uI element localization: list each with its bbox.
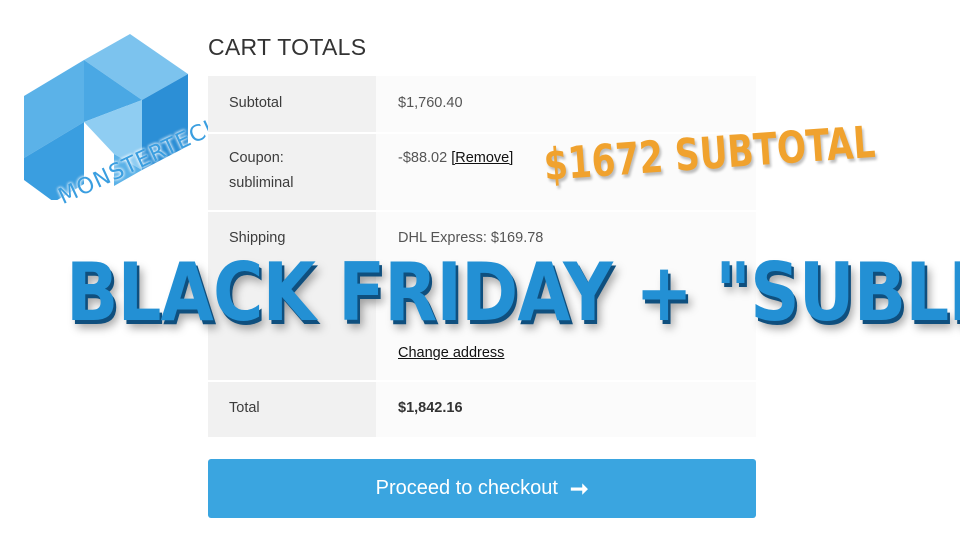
subtotal-value: $1,760.40: [398, 95, 463, 111]
total-label: Total: [229, 400, 260, 416]
change-address-link[interactable]: Change address: [398, 341, 504, 366]
coupon-label: Coupon: subliminal: [229, 146, 293, 196]
headline-banner: BLACK FRIDAY + "SUBLIMINAL": [66, 246, 960, 339]
subtotal-row: Subtotal $1,760.40: [208, 76, 756, 132]
checkout-label: Proceed to checkout: [375, 477, 558, 499]
subtotal-label: Subtotal: [229, 95, 283, 111]
arrow-right-icon: ➞: [569, 475, 589, 501]
total-row: Total $1,842.16: [208, 382, 756, 437]
coupon-label-line1: Coupon:: [229, 150, 284, 166]
coupon-discount: -$88.02: [398, 150, 448, 166]
coupon-code: subliminal: [229, 175, 294, 191]
coupon-value: -$88.02 [Remove]: [398, 146, 513, 171]
total-value: $1,842.16: [398, 400, 463, 416]
cart-totals-title: CART TOTALS: [208, 34, 367, 60]
page: MONSTERTECH CART TOTALS Subtotal $1,760.…: [0, 0, 960, 540]
remove-coupon-link[interactable]: [Remove]: [451, 150, 513, 166]
proceed-to-checkout-button[interactable]: Proceed to checkout ➞: [208, 459, 756, 518]
